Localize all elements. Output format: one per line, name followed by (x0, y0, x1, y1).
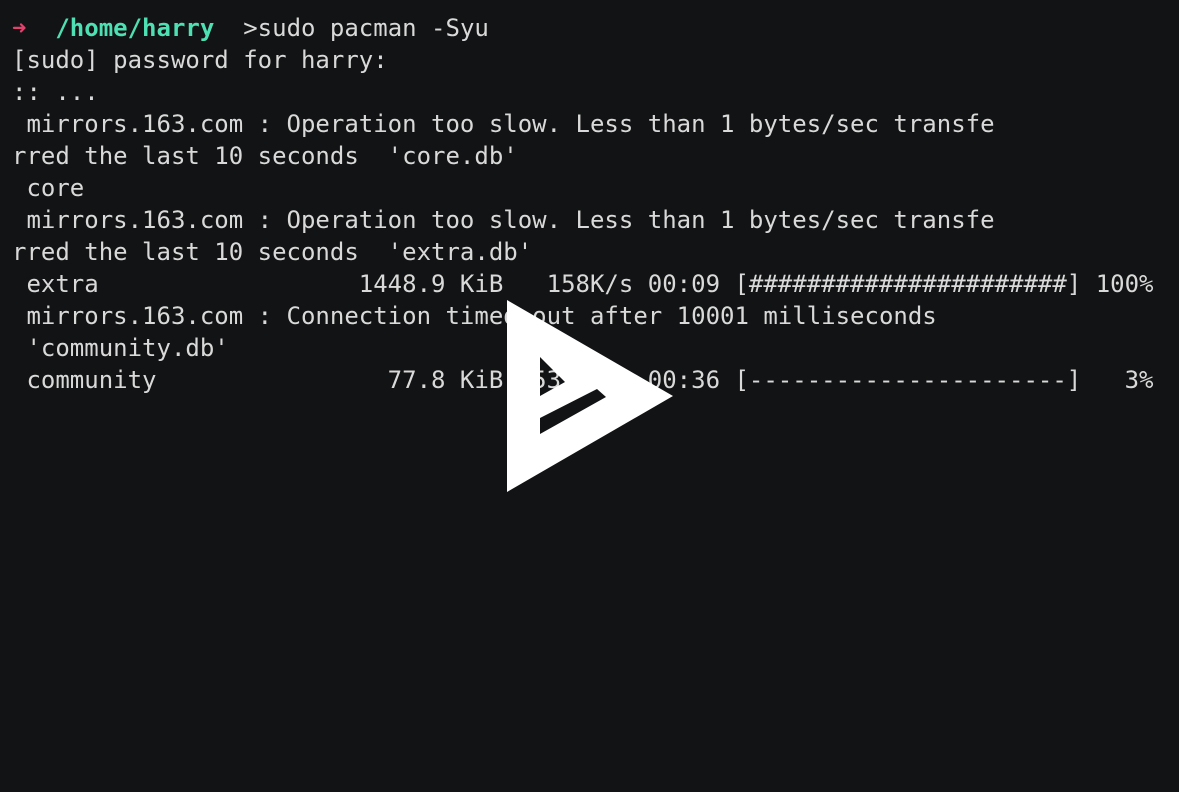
terminal-window[interactable]: ➜ /home/harry >sudo pacman -Syu [sudo] p… (0, 0, 1179, 792)
output-line: core (12, 174, 85, 202)
play-button[interactable] (507, 300, 673, 492)
output-line: rred the last 10 seconds 'core.db' (12, 142, 518, 170)
prompt-cwd: /home/harry (55, 14, 215, 42)
output-line: [sudo] password for harry: (12, 46, 388, 74)
output-line: mirrors.163.com : Operation too slow. Le… (12, 206, 995, 234)
output-line: mirrors.163.com : Operation too slow. Le… (12, 110, 995, 138)
prompt-line: ➜ /home/harry >sudo pacman -Syu (12, 12, 1179, 44)
output-line: rred the last 10 seconds 'extra.db' (12, 238, 533, 266)
prompt-arrow-icon: ➜ (12, 14, 27, 42)
prompt-command: >sudo pacman -Syu (228, 14, 489, 42)
output-line: :: ... (12, 78, 99, 106)
play-icon (507, 300, 673, 492)
progress-line-extra: extra 1448.9 KiB 158K/s 00:09 [#########… (12, 270, 1154, 298)
